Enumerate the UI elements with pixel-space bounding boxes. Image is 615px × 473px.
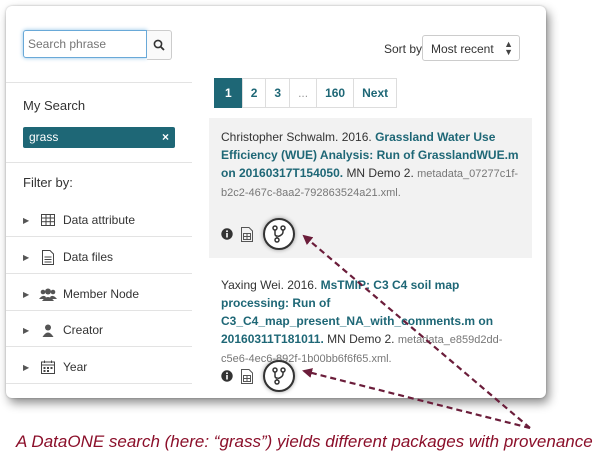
result-author-year: Christopher Schwalm. 2016. — [221, 130, 372, 144]
caret-right-icon: ▶ — [23, 325, 30, 335]
result-actions — [221, 218, 295, 250]
figure-caption: A DataONE search (here: “grass”) yields … — [16, 432, 593, 451]
info-icon[interactable] — [221, 370, 233, 382]
filter-label: Year — [63, 360, 88, 374]
filter-creator[interactable]: ▶ Creator — [23, 320, 193, 340]
filter-title: Filter by: — [23, 175, 73, 190]
caret-right-icon: ▶ — [23, 215, 30, 225]
page-3-button[interactable]: 3 — [265, 78, 291, 108]
result-author-year: Yaxing Wei. 2016. — [221, 278, 318, 292]
filter-data-files[interactable]: ▶ Data files — [23, 247, 193, 267]
info-icon[interactable] — [221, 228, 233, 240]
divider — [6, 162, 192, 163]
metadata-document-icon[interactable] — [241, 368, 253, 384]
filter-data-attribute[interactable]: ▶ Data attribute — [23, 210, 193, 230]
search-box — [23, 30, 172, 60]
divider — [6, 383, 192, 384]
divider — [6, 236, 192, 237]
filter-label: Creator — [63, 323, 104, 337]
sidebar: My Search grass × Filter by: ▶ Data attr… — [6, 6, 192, 398]
updown-arrow-icon: ▲ ▼ — [504, 39, 513, 57]
filter-year[interactable]: ▶ Year — [23, 357, 193, 377]
search-icon — [153, 39, 165, 51]
results-panel: Sort by Most recent ▲ ▼ 1 2 3 ... 160 Nex… — [192, 6, 546, 398]
page-2-button[interactable]: 2 — [241, 78, 267, 108]
filter-member-node[interactable]: ▶ Member Node — [23, 284, 193, 304]
result-actions — [221, 360, 295, 392]
search-input[interactable] — [23, 30, 147, 58]
filter-label: Data attribute — [63, 213, 136, 227]
divider — [6, 82, 192, 83]
provenance-icon[interactable] — [263, 218, 295, 250]
table-icon — [39, 214, 57, 226]
result-item: Yaxing Wei. 2016. MsTMIP: C3 C4 soil map… — [209, 266, 532, 396]
close-icon[interactable]: × — [162, 127, 169, 148]
page-160-button[interactable]: 160 — [316, 78, 355, 108]
filter-label: Member Node — [63, 287, 140, 301]
provenance-icon[interactable] — [263, 360, 295, 392]
calendar-icon — [39, 360, 57, 374]
divider — [6, 310, 192, 311]
metadata-document-icon[interactable] — [241, 226, 253, 242]
filter-label: Data files — [63, 250, 114, 264]
user-icon — [39, 324, 57, 337]
pagination: 1 2 3 ... 160 Next — [214, 78, 398, 108]
search-results-window: My Search grass × Filter by: ▶ Data attr… — [6, 6, 546, 398]
divider — [6, 273, 192, 274]
caret-right-icon: ▶ — [23, 289, 30, 299]
result-citation: Christopher Schwalm. 2016. Grassland Wat… — [221, 128, 521, 202]
result-repository: MN Demo 2. — [327, 332, 395, 346]
page-1-button[interactable]: 1 — [214, 78, 243, 108]
my-search-title: My Search — [23, 98, 86, 113]
sort-select-value: Most recent — [431, 42, 494, 56]
search-button[interactable] — [147, 30, 172, 60]
file-icon — [39, 249, 57, 265]
result-repository: MN Demo 2. — [346, 166, 414, 180]
result-item: Christopher Schwalm. 2016. Grassland Wat… — [209, 118, 532, 258]
caret-right-icon: ▶ — [23, 362, 30, 372]
divider — [6, 346, 192, 347]
chip-label: grass — [29, 130, 59, 144]
search-term-chip[interactable]: grass × — [23, 127, 175, 148]
users-icon — [39, 288, 57, 301]
sort-by-label: Sort by — [384, 42, 423, 56]
caret-right-icon: ▶ — [23, 252, 30, 262]
page-ellipsis: ... — [289, 78, 318, 108]
result-citation: Yaxing Wei. 2016. MsTMIP: C3 C4 soil map… — [221, 276, 521, 368]
sort-select[interactable]: Most recent ▲ ▼ — [422, 35, 520, 61]
next-page-button[interactable]: Next — [353, 78, 398, 108]
